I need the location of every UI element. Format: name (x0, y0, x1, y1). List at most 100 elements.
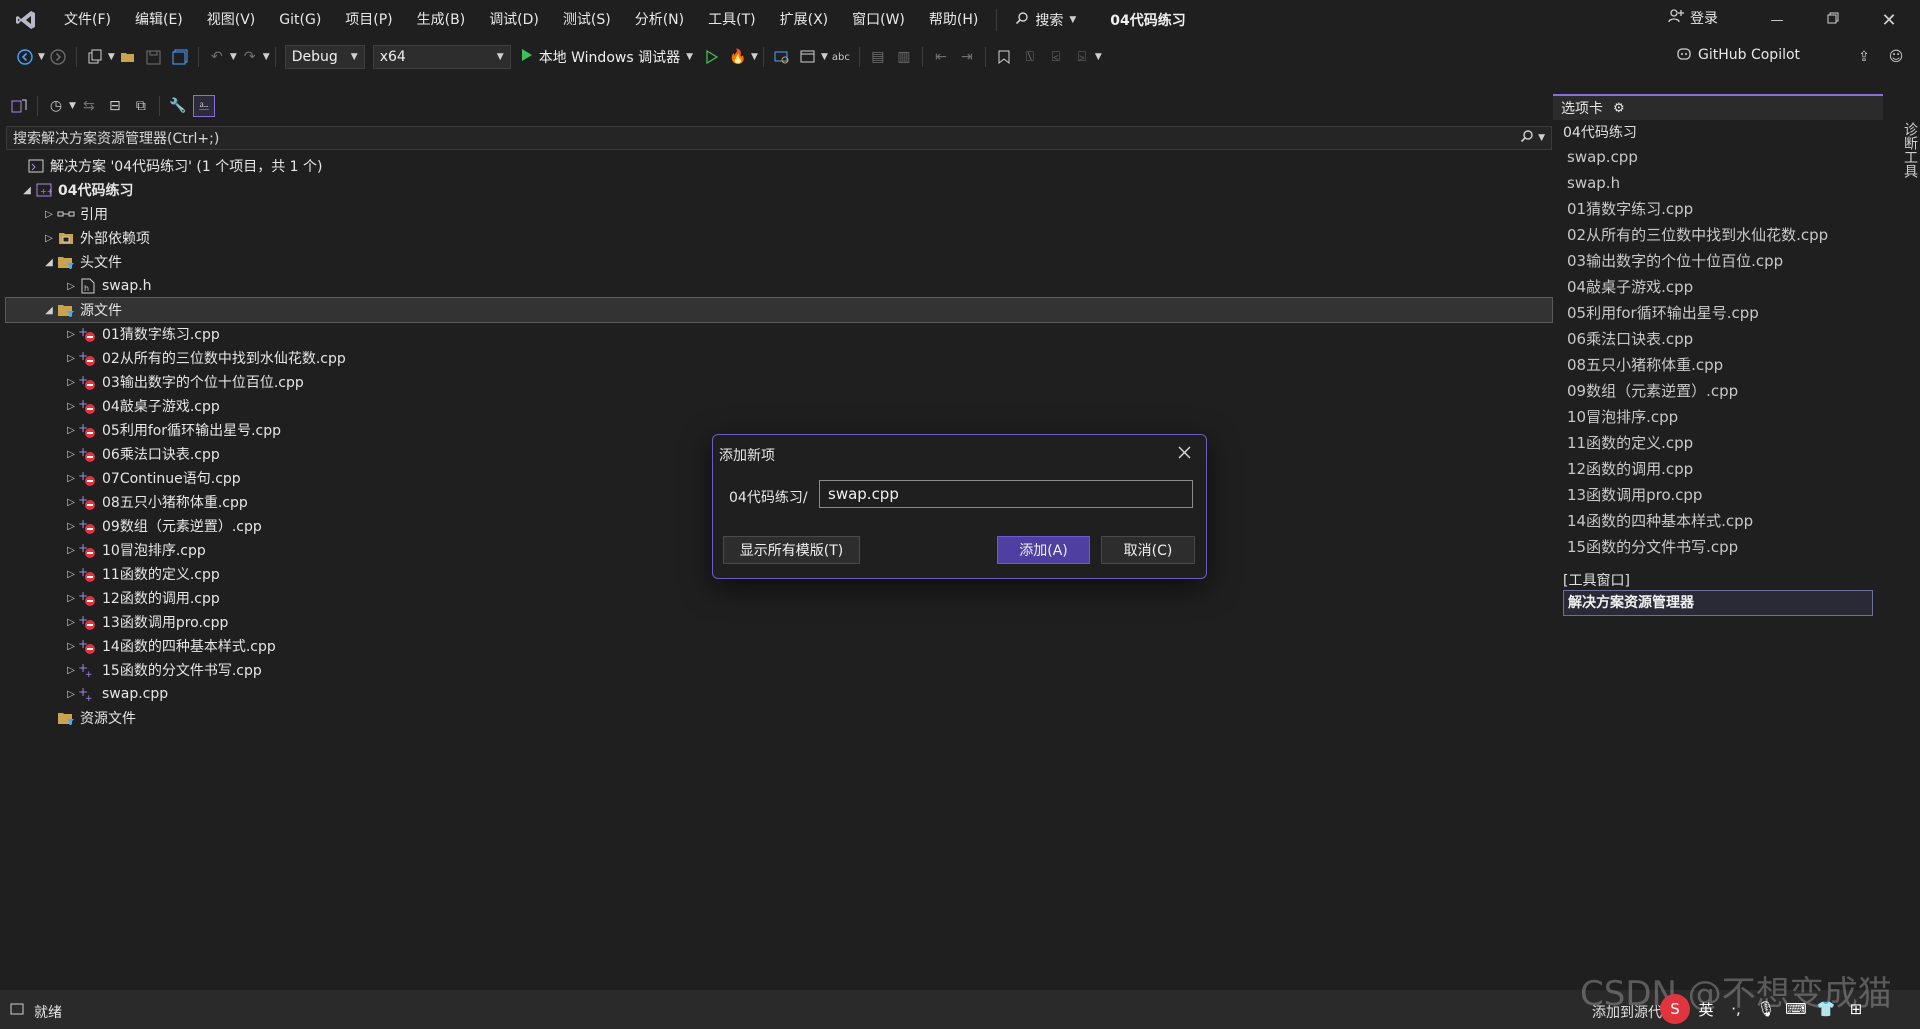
open-tab-item[interactable]: 06乘法口诀表.cpp (1553, 326, 1883, 352)
collapsed-arrow-icon[interactable]: ▷ (64, 449, 78, 460)
menu-edit[interactable]: 编辑(E) (123, 0, 195, 40)
tree-row-source-files[interactable]: ◢ 源文件 (5, 297, 1553, 323)
show-all-files-icon[interactable]: ⧉ (130, 95, 152, 117)
add-button[interactable]: 添加(A) (997, 536, 1090, 564)
window-layout-icon[interactable] (797, 46, 819, 68)
tree-row-file[interactable]: ▷ h swap.h (6, 274, 1552, 298)
collapsed-arrow-icon[interactable]: ▷ (64, 353, 78, 364)
share-icon[interactable]: ⇪ (1853, 46, 1875, 68)
forward-icon[interactable] (47, 46, 69, 68)
tree-row-file[interactable]: ▷++03输出数字的个位十位百位.cpp (6, 370, 1552, 394)
chevron-down-icon[interactable]: ▼ (263, 52, 270, 62)
platform-dropdown[interactable]: x64 ▼ (372, 45, 511, 69)
tree-row-file[interactable]: ▷++04敲桌子游戏.cpp (6, 394, 1552, 418)
collapsed-arrow-icon[interactable]: ▷ (64, 569, 78, 580)
login-button[interactable]: 登录 (1668, 8, 1718, 28)
diagnostic-tools-tab[interactable]: 诊断工具 (1888, 90, 1920, 210)
open-tab-item[interactable]: 09数组（元素逆置）.cpp (1553, 378, 1883, 404)
filename-input[interactable] (819, 480, 1193, 508)
back-icon[interactable] (14, 46, 36, 68)
tree-row-file[interactable]: ▷++01猜数字练习.cpp (6, 322, 1552, 346)
tree-row-file[interactable]: ▷++13函数调用pro.cpp (6, 610, 1552, 634)
open-tab-item[interactable]: 14函数的四种基本样式.cpp (1553, 508, 1883, 534)
collapsed-arrow-icon[interactable]: ▷ (64, 521, 78, 532)
start-debugging-button[interactable]: 本地 Windows 调试器 ▼ (521, 47, 693, 67)
open-tab-item[interactable]: 11函数的定义.cpp (1553, 430, 1883, 456)
tree-row-file[interactable]: ▷ + +15函数的分文件书写.cpp (6, 658, 1552, 682)
collapsed-arrow-icon[interactable]: ▷ (42, 233, 56, 244)
menu-test[interactable]: 测试(S) (551, 0, 623, 40)
menu-file[interactable]: 文件(F) (52, 0, 123, 40)
open-tab-item[interactable]: 08五只小猪称体重.cpp (1553, 352, 1883, 378)
menu-view[interactable]: 视图(V) (195, 0, 268, 40)
expanded-arrow-icon[interactable]: ◢ (42, 305, 56, 316)
collapsed-arrow-icon[interactable]: ▷ (64, 377, 78, 388)
show-all-templates-button[interactable]: 显示所有模版(T) (723, 536, 860, 564)
solution-explorer-search-input[interactable]: 搜索解决方案资源管理器(Ctrl+;) ▼ (6, 126, 1552, 150)
collapsed-arrow-icon[interactable]: ▷ (42, 209, 56, 220)
csdn-logo-icon[interactable]: S (1660, 994, 1690, 1024)
chevron-down-icon[interactable]: ▼ (230, 52, 237, 62)
collapsed-arrow-icon[interactable]: ▷ (64, 593, 78, 604)
outdent-icon[interactable]: ⇤ (930, 46, 952, 68)
open-tab-item[interactable]: 15函数的分文件书写.cpp (1553, 534, 1883, 560)
tree-row-file[interactable]: ▷ + + swap.cpp (6, 682, 1552, 706)
skin-icon[interactable]: 👕 (1812, 994, 1840, 1024)
open-tab-item[interactable]: 04敲桌子游戏.cpp (1553, 274, 1883, 300)
chevron-down-icon[interactable]: ▼ (751, 52, 758, 62)
collapsed-arrow-icon[interactable]: ▷ (64, 665, 78, 676)
menu-tools[interactable]: 工具(T) (696, 0, 767, 40)
menu-debug[interactable]: 调试(D) (477, 0, 551, 40)
github-copilot-button[interactable]: GitHub Copilot (1676, 46, 1800, 64)
tree-row-file[interactable]: ▷++14函数的四种基本样式.cpp (6, 634, 1552, 658)
collapsed-arrow-icon[interactable]: ▷ (64, 425, 78, 436)
open-tab-item[interactable]: swap.cpp (1553, 144, 1883, 170)
input-method-icon[interactable]: 英 (1692, 994, 1720, 1024)
indent-icon[interactable]: ⇥ (956, 46, 978, 68)
spell-check-icon[interactable]: abc (830, 46, 852, 68)
uncomment-icon[interactable]: ▥ (893, 46, 915, 68)
properties-wrench-icon[interactable]: 🔧 (167, 95, 189, 117)
save-all-icon[interactable] (169, 46, 191, 68)
pending-changes-filter-icon[interactable]: ◷ (45, 95, 67, 117)
tab-solution-explorer[interactable]: 解决方案资源管理器 (1563, 590, 1873, 616)
tree-row-file[interactable]: ▷++02从所有的三位数中找到水仙花数.cpp (6, 346, 1552, 370)
collapsed-arrow-icon[interactable]: ▷ (64, 401, 78, 412)
tree-row-resource-files[interactable]: 资源文件 (6, 706, 1552, 730)
feedback-icon[interactable]: ☺ (1885, 46, 1907, 68)
cancel-button[interactable]: 取消(C) (1101, 536, 1195, 564)
menu-window[interactable]: 窗口(W) (840, 0, 917, 40)
open-tab-item[interactable]: swap.h (1553, 170, 1883, 196)
start-without-debugging-icon[interactable] (701, 46, 723, 68)
collapsed-arrow-icon[interactable]: ▷ (64, 545, 78, 556)
preview-selected-items-icon[interactable]: ⎁ (192, 95, 215, 117)
open-tab-item[interactable]: 05利用for循环输出星号.cpp (1553, 300, 1883, 326)
toolbox-icon[interactable]: ⊞ (1842, 994, 1870, 1024)
open-tab-item[interactable]: 13函数调用pro.cpp (1553, 482, 1883, 508)
hot-reload-icon[interactable]: 🔥 (727, 46, 749, 68)
new-project-icon[interactable] (84, 46, 106, 68)
redo-icon[interactable]: ↷ (239, 46, 261, 68)
tree-row-header-files[interactable]: ◢ 头文件 (6, 250, 1552, 274)
menu-project[interactable]: 项目(P) (333, 0, 404, 40)
open-tab-item[interactable]: 01猜数字练习.cpp (1553, 196, 1883, 222)
expanded-arrow-icon[interactable]: ◢ (42, 257, 56, 268)
chevron-down-icon[interactable]: ▼ (69, 101, 76, 111)
browse-icon[interactable] (771, 46, 793, 68)
search-options[interactable]: ▼ (1520, 129, 1545, 147)
minimize-button[interactable]: — (1752, 0, 1802, 40)
collapsed-arrow-icon[interactable]: ▷ (64, 281, 78, 292)
close-window-button[interactable]: ✕ (1864, 0, 1914, 40)
collapsed-arrow-icon[interactable]: ▷ (64, 641, 78, 652)
switch-views-icon[interactable] (8, 95, 30, 117)
configuration-dropdown[interactable]: Debug ▼ (284, 45, 365, 69)
gear-icon[interactable]: ⚙ (1613, 101, 1625, 116)
toggle-comment-icon[interactable]: ▤ (867, 46, 889, 68)
punctuation-icon[interactable]: ·, (1722, 994, 1750, 1024)
chevron-down-icon[interactable]: ▼ (108, 52, 115, 62)
previous-bookmark-icon[interactable]: ⍂ (1019, 46, 1041, 68)
dialog-close-button[interactable] (1171, 441, 1197, 467)
open-folder-icon[interactable] (117, 46, 139, 68)
collapsed-arrow-icon[interactable]: ▷ (64, 617, 78, 628)
collapse-all-icon[interactable]: ⊟ (104, 95, 126, 117)
